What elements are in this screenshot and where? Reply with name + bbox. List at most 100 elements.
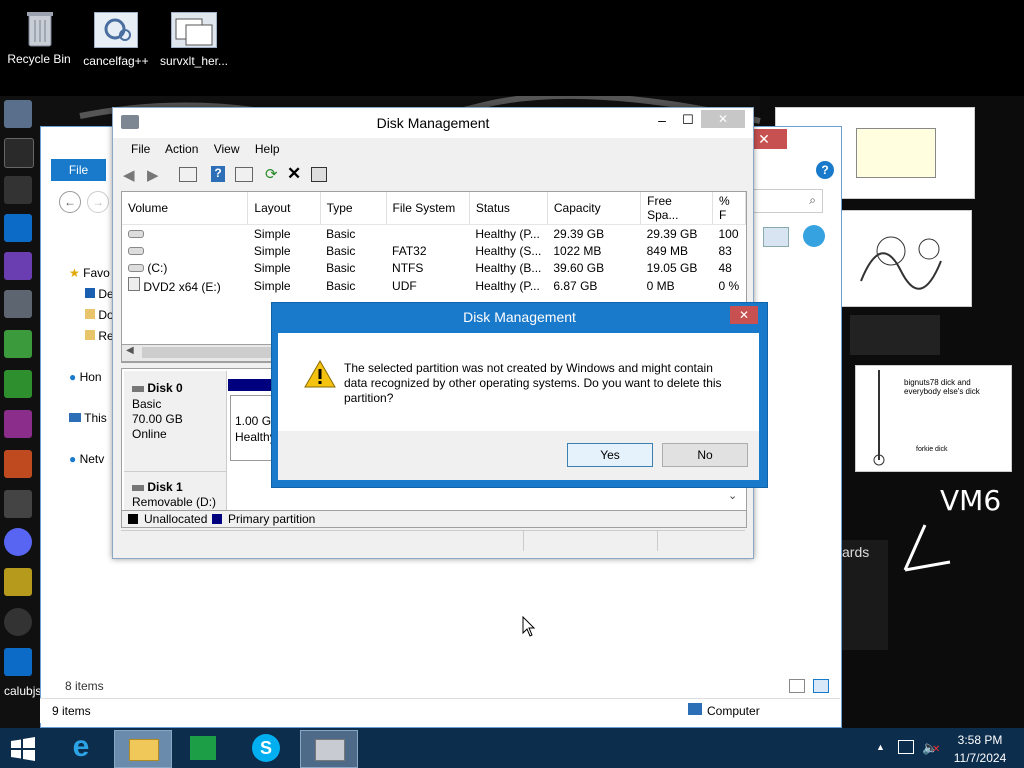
cell-capacity: 6.87 GB <box>553 278 598 293</box>
desktop-icon-label: cancelfag++ <box>83 54 149 68</box>
discord-icon[interactable] <box>4 528 32 556</box>
wallpaper-picture-2: bignuts78 dick and everybody else's dick… <box>855 365 1012 472</box>
taskbar-store-button[interactable] <box>176 730 232 766</box>
checklist-icon[interactable] <box>311 167 327 182</box>
legend-primary: Primary partition <box>228 512 316 526</box>
cell-layout: Simple <box>253 226 291 241</box>
explorer-file-tab[interactable]: File <box>51 159 106 181</box>
game-icon[interactable] <box>4 370 32 398</box>
back-icon[interactable]: ← <box>59 191 81 213</box>
windows-icon-small[interactable] <box>4 648 32 676</box>
scroll-thumb[interactable] <box>142 347 292 358</box>
network-globe-icon[interactable] <box>803 225 825 247</box>
tray-chevron-up-icon[interactable]: ▲ <box>876 742 885 752</box>
confirm-dialog[interactable]: Disk Management ✕ The selected partition… <box>271 302 768 488</box>
drive-icon[interactable] <box>763 227 789 247</box>
col-file-system[interactable]: File System <box>386 192 470 225</box>
properties-icon[interactable] <box>235 167 253 182</box>
chevron-down-icon[interactable]: ⌄ <box>728 489 737 502</box>
table-row[interactable]: (C:) Simple Basic NTFS Healthy (B... 39.… <box>122 259 746 276</box>
table-row[interactable]: Simple Basic FAT32 Healthy (S... 1022 MB… <box>122 242 746 259</box>
folder-icon <box>129 739 159 761</box>
table-row[interactable]: Simple Basic Healthy (P... 29.39 GB 29.3… <box>122 225 746 243</box>
app-icon-5[interactable] <box>4 608 32 636</box>
yes-button[interactable]: Yes <box>567 443 653 467</box>
drive-icon <box>128 229 144 238</box>
back-arrow-icon[interactable]: ◀ <box>123 166 135 184</box>
dm-menu-bar: File Action View Help <box>131 142 292 156</box>
app-icon-4[interactable] <box>4 490 32 518</box>
menu-file[interactable]: File <box>131 142 150 156</box>
col-percent-free[interactable]: % F <box>712 192 746 225</box>
cell-type: Basic <box>326 278 356 293</box>
package-icon[interactable] <box>4 330 32 358</box>
vm6-scrawl: VM6 <box>903 484 1001 572</box>
disk0-header[interactable]: Disk 0 Basic 70.00 GB Online <box>124 371 227 471</box>
drive-icon <box>128 246 144 255</box>
cell-volume: (C:) <box>122 259 248 276</box>
table-row[interactable]: DVD2 x64 (E:) Simple Basic UDF Healthy (… <box>122 276 746 295</box>
taskbar-explorer-button[interactable] <box>114 730 172 768</box>
desktop-icon-cancelfag[interactable]: cancelfag++ <box>77 12 155 68</box>
app-icon[interactable] <box>4 138 34 168</box>
col-type[interactable]: Type <box>320 192 387 225</box>
delete-icon[interactable]: ✕ <box>287 164 301 184</box>
cell-free: 29.39 GB <box>646 226 698 241</box>
large-icons-view-icon[interactable] <box>813 679 829 693</box>
clock-date[interactable]: 11/7/2024 <box>948 751 1012 765</box>
taskbar-disk-management-button[interactable] <box>300 730 358 768</box>
menu-action[interactable]: Action <box>165 142 198 156</box>
edge-icon[interactable] <box>4 214 32 242</box>
desktop-corner-label: calubjs <box>4 684 42 698</box>
forward-arrow-icon[interactable]: ▶ <box>147 166 159 184</box>
warning-app-icon[interactable] <box>4 568 32 596</box>
taskbar-ie-button[interactable]: e <box>54 730 110 766</box>
menu-view[interactable]: View <box>214 142 240 156</box>
app-icon-3[interactable] <box>4 450 32 478</box>
status-divider <box>523 531 524 551</box>
forward-icon[interactable]: → <box>87 191 109 213</box>
wallpaper-text-block: ards <box>838 540 888 650</box>
app-icon-2[interactable] <box>4 410 32 438</box>
details-view-icon[interactable] <box>789 679 805 693</box>
clock-time[interactable]: 3:58 PM <box>952 733 1008 747</box>
cell-fs <box>386 225 469 243</box>
tool-icon[interactable] <box>4 290 32 318</box>
no-button[interactable]: No <box>662 443 748 467</box>
desktop-icon-survxlt[interactable]: survxlt_her... <box>155 12 233 68</box>
internet-explorer-icon: e <box>72 730 90 763</box>
drive-icon <box>128 263 144 272</box>
dialog-title: Disk Management <box>463 309 576 325</box>
col-free-space[interactable]: Free Spa... <box>640 192 713 225</box>
col-volume[interactable]: Volume <box>122 192 249 225</box>
dm-titlebar[interactable]: Disk Management – ☐ ✕ <box>113 108 753 138</box>
network-icon[interactable] <box>898 740 914 754</box>
desktop-icon-recycle-bin[interactable]: Recycle Bin <box>0 8 78 66</box>
disk0-state: Online <box>132 427 167 441</box>
col-layout[interactable]: Layout <box>247 192 321 225</box>
cell-capacity: 39.60 GB <box>553 260 605 275</box>
settings-icon[interactable] <box>4 176 32 204</box>
refresh-icon[interactable]: ⟳ <box>265 165 278 183</box>
col-capacity[interactable]: Capacity <box>547 192 642 225</box>
taskbar-skype-button[interactable]: S <box>238 730 294 766</box>
console-tree-icon[interactable] <box>179 167 197 182</box>
close-button[interactable]: ✕ <box>701 110 745 128</box>
start-button[interactable] <box>8 736 38 762</box>
warning-icon <box>304 359 336 388</box>
disk0-partition[interactable]: 1.00 GE Healthy <box>230 395 279 461</box>
help-icon[interactable]: ? <box>211 166 225 182</box>
primary-partition-swatch <box>212 514 222 524</box>
disk1-header[interactable]: Disk 1 Removable (D:) <box>124 471 227 511</box>
maximize-button[interactable]: ☐ <box>679 112 697 128</box>
menu-help[interactable]: Help <box>255 142 280 156</box>
status-divider <box>657 531 658 551</box>
recycle-icon-small[interactable] <box>4 100 32 128</box>
virtualbox-icon[interactable] <box>4 252 32 280</box>
scroll-left-icon[interactable]: ◀ <box>126 345 134 356</box>
dialog-close-button[interactable]: ✕ <box>730 306 758 324</box>
cell-free: 19.05 GB <box>646 260 698 275</box>
minimize-button[interactable]: – <box>653 112 671 128</box>
col-status[interactable]: Status <box>469 192 548 225</box>
help-icon[interactable]: ? <box>816 161 834 179</box>
